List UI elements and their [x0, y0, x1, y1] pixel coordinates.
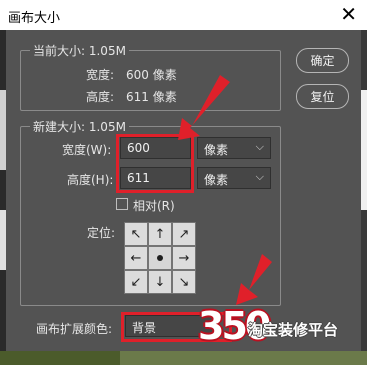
- watermark-text: 淘宝装修平台: [248, 321, 339, 339]
- arrow-icon: [236, 254, 272, 305]
- watermark: 350 淘宝装修平台: [198, 303, 367, 349]
- arrow-icon: [178, 75, 230, 140]
